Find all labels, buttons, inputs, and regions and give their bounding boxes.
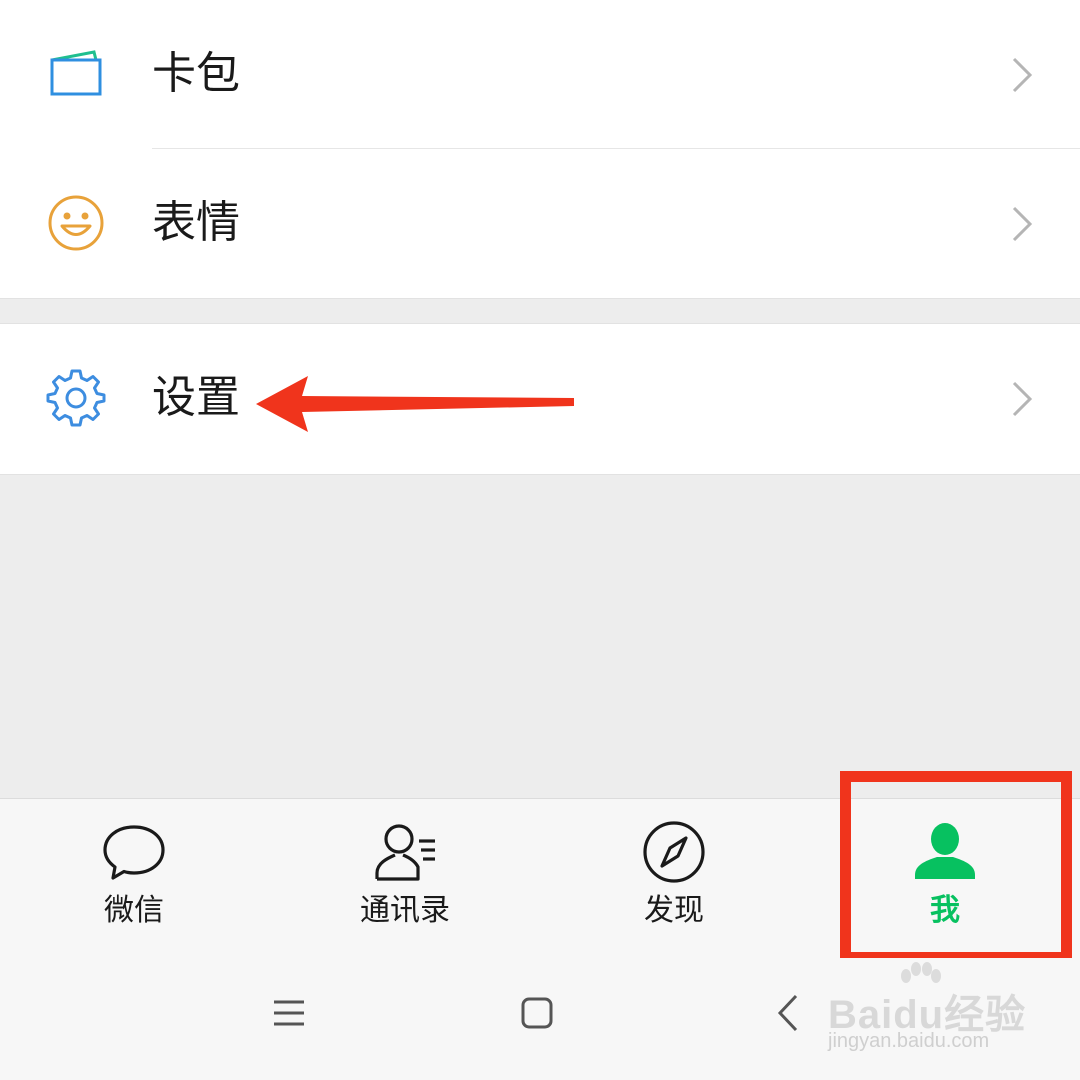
watermark: Baidu经验 jingyan.baidu.com: [828, 962, 1028, 1062]
compass-icon: [643, 821, 705, 883]
tab-contacts-label: 通讯录: [360, 893, 450, 928]
menu-group-wallet: 卡包 表情: [0, 0, 1080, 299]
card-wallet-label: 卡包: [152, 48, 240, 99]
chevron-right-icon: [1012, 206, 1033, 242]
stickers-label: 表情: [152, 197, 240, 248]
chevron-right-icon: [1012, 381, 1033, 417]
card-wallet-icon: [50, 50, 102, 96]
home-icon[interactable]: [512, 988, 562, 1038]
gear-icon: [46, 369, 106, 427]
contacts-icon: [375, 824, 435, 881]
chat-bubble-icon: [103, 825, 165, 880]
menu-item-stickers[interactable]: 表情: [0, 149, 1080, 298]
tab-chats-label: 微信: [104, 893, 164, 928]
settings-label: 设置: [152, 372, 240, 423]
smiley-icon: [48, 195, 104, 251]
annotation-highlight-box: [840, 771, 1072, 963]
watermark-url: jingyan.baidu.com: [828, 1030, 990, 1052]
tab-chats[interactable]: 微信: [34, 799, 234, 959]
menu-icon[interactable]: [264, 988, 314, 1038]
tab-discover[interactable]: 发现: [574, 799, 774, 959]
back-icon[interactable]: [764, 988, 814, 1038]
menu-item-card-wallet[interactable]: 卡包: [0, 0, 1080, 149]
tab-contacts[interactable]: 通讯录: [305, 799, 505, 959]
tab-discover-label: 发现: [644, 893, 704, 928]
chevron-right-icon: [1012, 57, 1033, 93]
annotation-arrow: [256, 376, 574, 432]
